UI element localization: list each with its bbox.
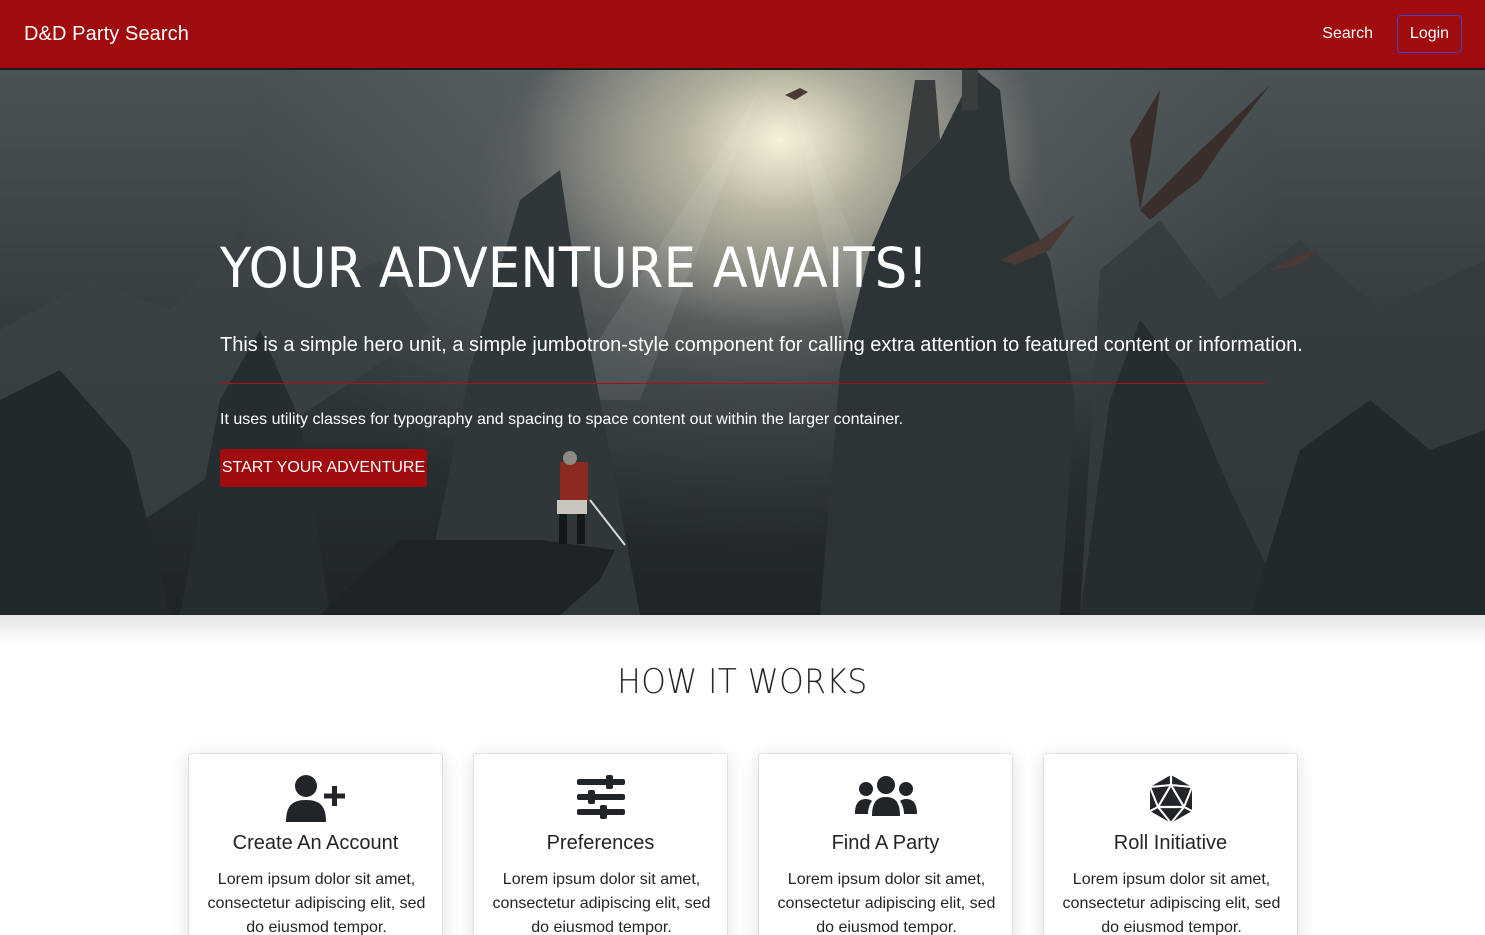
card-text: Lorem ipsum dolor sit amet, consectetur …: [207, 871, 426, 935]
hero-divider: [220, 383, 1266, 384]
start-adventure-button[interactable]: START YOUR ADVENTURE: [220, 449, 427, 487]
card-text: Lorem ipsum dolor sit amet, consectetur …: [1062, 871, 1281, 935]
hero-title: YOUR ADVENTURE AWAITS!: [220, 236, 929, 300]
card-title: Find A Party: [831, 832, 940, 854]
navbar: D&D Party Search Search Login: [0, 0, 1485, 70]
user-plus-icon: [189, 774, 442, 824]
card-preferences: Preferences Lorem ipsum dolor sit amet, …: [473, 753, 728, 935]
sliders-icon: [474, 774, 727, 824]
card-title: Roll Initiative: [1113, 832, 1228, 854]
brand-link[interactable]: D&D Party Search: [24, 23, 189, 46]
card-title: Preferences: [546, 832, 655, 854]
d20-dice-icon: [1044, 774, 1297, 824]
hero-banner: YOUR ADVENTURE AWAITS! This is a simple …: [0, 70, 1485, 615]
card-create-account: Create An Account Lorem ipsum dolor sit …: [188, 753, 443, 935]
card-title: Create An Account: [232, 832, 399, 854]
card-text: Lorem ipsum dolor sit amet, consectetur …: [492, 871, 711, 935]
how-it-works-title: HOW IT WORKS: [617, 662, 868, 702]
hero-lead-text: This is a simple hero unit, a simple jum…: [220, 334, 1303, 356]
card-find-party: Find A Party Lorem ipsum dolor sit amet,…: [758, 753, 1013, 935]
hero-shadow: [0, 615, 1485, 645]
card-roll-initiative: Roll Initiative Lorem ipsum dolor sit am…: [1043, 753, 1298, 935]
users-icon: [759, 774, 1012, 824]
navbar-right: Search Login: [1322, 15, 1462, 53]
nav-link-search[interactable]: Search: [1322, 25, 1373, 43]
login-button[interactable]: Login: [1397, 15, 1462, 53]
card-text: Lorem ipsum dolor sit amet, consectetur …: [777, 871, 996, 935]
hero-body-text: It uses utility classes for typography a…: [220, 411, 904, 428]
